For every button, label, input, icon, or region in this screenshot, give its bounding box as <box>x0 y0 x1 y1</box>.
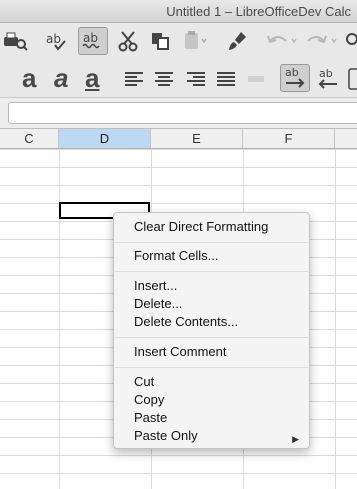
formula-input[interactable] <box>8 102 357 124</box>
gridline <box>59 149 60 489</box>
formula-bar <box>0 98 357 129</box>
svg-text:ab: ab <box>319 67 333 80</box>
align-center-icon[interactable] <box>152 66 176 92</box>
svg-text:ab: ab <box>83 31 98 45</box>
menu-item-delete-contents[interactable]: Delete Contents... <box>134 313 238 331</box>
menu-item-paste-only[interactable]: Paste Only <box>134 427 198 445</box>
cut-icon[interactable] <box>114 28 142 54</box>
column-header-f[interactable]: F <box>243 129 335 148</box>
align-left-icon[interactable] <box>122 66 146 92</box>
menu-separator <box>115 271 308 272</box>
print-preview-icon[interactable] <box>0 28 30 54</box>
context-menu: Clear Direct Formatting Format Cells... … <box>113 212 310 449</box>
column-headers: C D E F <box>0 129 357 149</box>
submenu-arrow-icon: ▶ <box>292 434 299 444</box>
wrap-text-icon[interactable]: ab <box>280 64 310 92</box>
menu-separator <box>115 367 308 368</box>
menu-item-cut[interactable]: Cut <box>134 373 154 391</box>
column-header-e[interactable]: E <box>151 129 243 148</box>
autospellcheck-icon[interactable]: ab <box>78 27 108 55</box>
column-header-d[interactable]: D <box>59 129 151 148</box>
underline-partial-icon[interactable] <box>0 66 6 92</box>
ltr-icon[interactable] <box>348 66 357 92</box>
redo-icon[interactable] <box>302 28 342 54</box>
menu-separator <box>115 337 308 338</box>
menu-item-delete[interactable]: Delete... <box>134 295 182 313</box>
svg-text:ab: ab <box>46 32 61 46</box>
menu-item-clear-direct-formatting[interactable]: Clear Direct Formatting <box>134 218 268 236</box>
menu-item-copy[interactable]: Copy <box>134 391 164 409</box>
paste-icon[interactable] <box>180 28 210 54</box>
merge-icon[interactable] <box>246 66 266 92</box>
find-icon[interactable] <box>344 28 357 54</box>
title-bar: Untitled 1 – LibreOfficeDev Calc <box>0 0 357 23</box>
gridline <box>335 149 336 489</box>
menu-item-insert-comment[interactable]: Insert Comment <box>134 343 226 361</box>
menu-item-paste[interactable]: Paste <box>134 409 167 427</box>
column-header-c[interactable]: C <box>0 129 59 148</box>
italic-button[interactable]: a <box>54 63 68 94</box>
align-right-icon[interactable] <box>184 66 208 92</box>
rtl-icon[interactable]: ab <box>314 66 342 92</box>
menu-separator <box>115 242 308 243</box>
clone-formatting-icon[interactable] <box>226 28 250 54</box>
underline-button[interactable]: a <box>85 63 99 94</box>
copy-icon[interactable] <box>148 28 172 54</box>
menu-item-insert[interactable]: Insert... <box>134 277 177 295</box>
bold-button[interactable]: a <box>22 63 36 94</box>
standard-toolbar: ab ab <box>0 23 357 60</box>
undo-icon[interactable] <box>262 28 302 54</box>
menu-item-format-cells[interactable]: Format Cells... <box>134 247 219 265</box>
window-title: Untitled 1 – LibreOfficeDev Calc <box>166 4 351 19</box>
spellcheck-icon[interactable]: ab <box>44 28 72 54</box>
svg-text:ab: ab <box>285 66 299 79</box>
justify-icon[interactable] <box>214 66 238 92</box>
